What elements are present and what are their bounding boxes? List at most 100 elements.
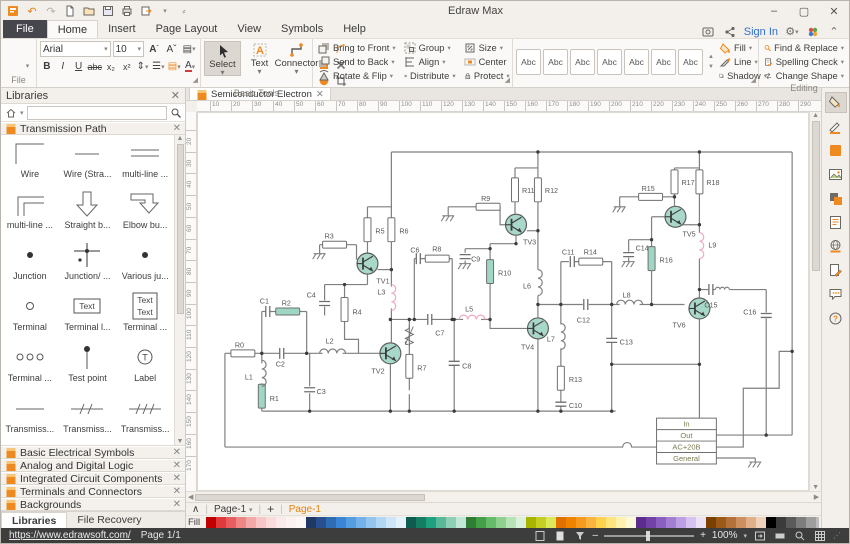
format-painter-icon[interactable] bbox=[2, 41, 18, 56]
fit-page-icon[interactable] bbox=[753, 530, 767, 542]
color-swatch[interactable] bbox=[726, 517, 736, 528]
close-button[interactable]: ✕ bbox=[819, 2, 849, 20]
font-style-5[interactable]: x² bbox=[120, 59, 134, 74]
color-swatch[interactable] bbox=[576, 517, 586, 528]
fill-color-tool-button[interactable] bbox=[825, 140, 847, 161]
color-swatch[interactable] bbox=[336, 517, 346, 528]
select-tool-button[interactable]: Select▾ bbox=[204, 41, 241, 76]
menu-tab-page-layout[interactable]: Page Layout bbox=[146, 20, 228, 38]
minimize-button[interactable]: – bbox=[759, 2, 789, 20]
color-swatch[interactable] bbox=[436, 517, 446, 528]
color-swatch[interactable] bbox=[276, 517, 286, 528]
color-swatch[interactable] bbox=[256, 517, 266, 528]
connector-tool-button[interactable]: Connector▾ bbox=[278, 41, 315, 76]
document-tab-close-icon[interactable]: ✕ bbox=[316, 89, 324, 100]
comment-tool-button[interactable] bbox=[825, 284, 847, 305]
color-swatch[interactable] bbox=[536, 517, 546, 528]
library-home-icon[interactable] bbox=[5, 107, 17, 119]
zoom-out-button[interactable]: – bbox=[593, 530, 599, 541]
vertical-scrollbar[interactable]: ▲▼ bbox=[809, 112, 821, 491]
color-swatch[interactable] bbox=[516, 517, 526, 528]
menu-tab-insert[interactable]: Insert bbox=[98, 20, 146, 38]
color-swatch[interactable] bbox=[216, 517, 226, 528]
component-R0[interactable] bbox=[231, 350, 255, 357]
normal-view-icon[interactable] bbox=[533, 530, 547, 542]
library-shape-transmiss-[interactable]: Transmiss... bbox=[116, 392, 174, 443]
font-style-4[interactable]: x₂ bbox=[104, 59, 118, 74]
color-swatch[interactable] bbox=[206, 517, 216, 528]
menu-tab-file[interactable]: File bbox=[3, 20, 47, 38]
find-replace-button[interactable]: Find & Replace▾ bbox=[762, 41, 846, 55]
component-TV5[interactable] bbox=[665, 206, 686, 227]
copy-icon[interactable]: ▾ bbox=[20, 58, 36, 73]
maximize-button[interactable]: ▢ bbox=[789, 2, 819, 20]
style-preset-4[interactable]: Abc bbox=[597, 49, 622, 75]
color-swatch[interactable] bbox=[596, 517, 606, 528]
color-swatch[interactable] bbox=[646, 517, 656, 528]
library-section-terminals-and-connectors[interactable]: Terminals and Connectors✕ bbox=[1, 485, 185, 498]
panel-tab-libraries[interactable]: Libraries bbox=[1, 512, 67, 528]
component-TV1[interactable] bbox=[357, 253, 378, 274]
library-section-backgrounds[interactable]: Backgrounds✕ bbox=[1, 498, 185, 511]
color-swatch[interactable] bbox=[426, 517, 436, 528]
library-shape-multi-line-[interactable]: multi-line ... bbox=[116, 137, 174, 188]
color-swatch[interactable] bbox=[806, 517, 816, 528]
color-swatch[interactable] bbox=[306, 517, 316, 528]
font-size-select[interactable]: 10▾ bbox=[113, 41, 144, 57]
component-R18[interactable] bbox=[696, 170, 703, 194]
send-to-back-button[interactable]: Send to Back▾ bbox=[316, 55, 398, 69]
align-text-button[interactable]: ▤▾ bbox=[181, 42, 197, 57]
color-swatch[interactable] bbox=[616, 517, 626, 528]
center-button[interactable]: Center bbox=[462, 55, 512, 69]
attachment-tool-button[interactable] bbox=[825, 260, 847, 281]
note-tool-button[interactable] bbox=[825, 212, 847, 233]
component-R10[interactable] bbox=[487, 260, 494, 284]
library-shape-transmiss-[interactable]: Transmiss... bbox=[1, 392, 59, 443]
add-page-button[interactable]: + bbox=[267, 502, 274, 516]
zoom-in-button[interactable]: + bbox=[700, 530, 706, 541]
font-dialog-launcher[interactable]: ◢ bbox=[193, 75, 198, 86]
collapse-ribbon-icon[interactable]: ⌃ bbox=[827, 25, 841, 38]
color-swatch[interactable] bbox=[416, 517, 426, 528]
line-spacing-button[interactable]: ⇕▾ bbox=[136, 59, 150, 74]
color-swatch[interactable] bbox=[766, 517, 776, 528]
library-shape-various-ju-[interactable]: Various ju... bbox=[116, 239, 174, 290]
menu-tab-help[interactable]: Help bbox=[333, 20, 376, 38]
semiconductor-circuit[interactable]: R0C1R2C2L1R1L2C3C4R4R3R5R6TV1L3TV2C7R7C8… bbox=[197, 112, 809, 491]
color-swatch[interactable] bbox=[546, 517, 556, 528]
color-swatch[interactable] bbox=[506, 517, 516, 528]
color-swatch[interactable] bbox=[476, 517, 486, 528]
library-shape-multi-line-[interactable]: multi-line ... bbox=[1, 188, 59, 239]
color-swatch[interactable] bbox=[396, 517, 406, 528]
library-search-input[interactable] bbox=[27, 106, 167, 120]
color-swatch[interactable] bbox=[676, 517, 686, 528]
color-swatch[interactable] bbox=[786, 517, 796, 528]
color-swatch[interactable] bbox=[286, 517, 296, 528]
library-shape-label[interactable]: TLabel bbox=[116, 341, 174, 392]
group-button[interactable]: Group▾ bbox=[402, 41, 458, 55]
font-style-3[interactable]: abc bbox=[87, 59, 102, 74]
color-swatch[interactable] bbox=[566, 517, 576, 528]
resize-grip[interactable]: ⋰ bbox=[833, 531, 841, 540]
color-swatch[interactable] bbox=[356, 517, 366, 528]
libraries-close-icon[interactable]: ✕ bbox=[171, 89, 180, 102]
grid-view-icon[interactable] bbox=[813, 530, 827, 542]
align-button[interactable]: Align▾ bbox=[402, 55, 458, 69]
rotate-flip-button[interactable]: Rotate & Flip▾ bbox=[316, 69, 398, 83]
component-R3[interactable] bbox=[323, 241, 347, 248]
color-swatch[interactable] bbox=[746, 517, 756, 528]
bullets-button[interactable]: ☰▾ bbox=[151, 59, 165, 74]
section-close-icon[interactable]: ✕ bbox=[173, 486, 181, 497]
color-swatch[interactable] bbox=[796, 517, 806, 528]
library-home-caret[interactable]: ▾ bbox=[20, 109, 24, 117]
color-swatch[interactable] bbox=[386, 517, 396, 528]
paste-icon[interactable] bbox=[2, 58, 18, 73]
component-R15[interactable] bbox=[639, 193, 663, 200]
style-preset-7[interactable]: Abc bbox=[678, 49, 703, 75]
size-button[interactable]: Size▾ bbox=[462, 41, 512, 55]
library-shape-junction-[interactable]: Junction/ ... bbox=[59, 239, 117, 290]
spelling-check-button[interactable]: Spelling Check▾ bbox=[762, 55, 846, 69]
export-button[interactable] bbox=[138, 4, 154, 19]
section-close-icon[interactable]: ✕ bbox=[173, 447, 181, 458]
color-swatch[interactable] bbox=[606, 517, 616, 528]
